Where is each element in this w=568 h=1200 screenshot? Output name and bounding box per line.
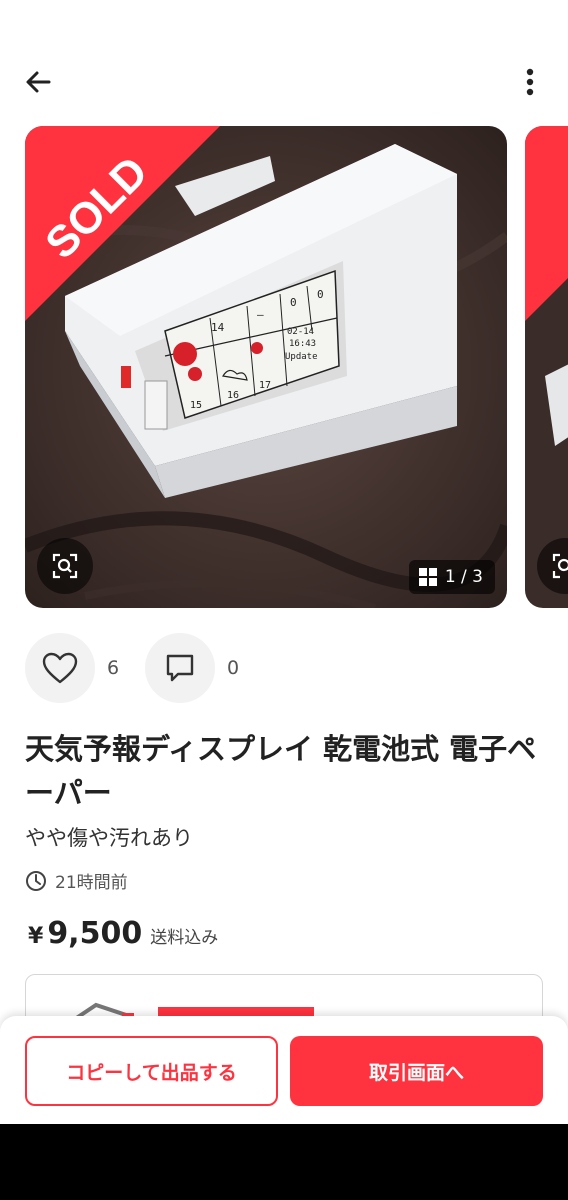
device-cell-bottom-2: 16 <box>227 390 239 401</box>
top-bar <box>0 0 568 130</box>
like-count: 6 <box>107 657 120 679</box>
posted-time: 21時間前 <box>25 868 128 893</box>
next-product-image <box>525 126 568 608</box>
system-navigation-bar <box>0 1124 568 1200</box>
comment-icon <box>166 654 194 682</box>
sold-ribbon: SOLD <box>25 126 220 321</box>
photo-counter-text: 1 / 3 <box>444 567 483 587</box>
posted-time-text: 21時間前 <box>55 873 128 893</box>
arrow-left-icon <box>26 71 51 93</box>
photo-counter: 1 / 3 <box>408 560 495 594</box>
device-cell-top-5: 0 <box>317 288 324 301</box>
product-photo[interactable]: 14 — — 0 0 15 16 17 02-14 16:43 Update S… <box>25 126 507 608</box>
shipping-label: 送料込み <box>150 928 219 948</box>
copy-listing-button[interactable]: コピーして出品する <box>25 1036 278 1106</box>
comment-button[interactable] <box>145 633 215 703</box>
bottom-action-bar: コピーして出品する 取引画面へ <box>0 1016 568 1124</box>
more-options-button[interactable] <box>510 62 550 102</box>
comment-count: 0 <box>227 657 240 679</box>
price-value: 9,500 <box>47 916 143 951</box>
price-currency: ¥ <box>28 924 44 949</box>
zoom-scan-icon <box>552 553 568 579</box>
heart-icon <box>42 652 78 684</box>
device-cell-bottom-1: 15 <box>190 400 202 411</box>
device-time: 16:43 <box>289 339 316 349</box>
device-update: Update <box>285 352 318 362</box>
zoom-scan-icon <box>52 553 78 579</box>
like-button[interactable] <box>25 633 95 703</box>
price-row: ¥ 9,500 送料込み <box>28 916 218 951</box>
back-button[interactable] <box>18 62 58 102</box>
device-cell-bottom-3: 17 <box>259 380 271 391</box>
photo-carousel[interactable]: 14 — — 0 0 15 16 17 02-14 16:43 Update S… <box>0 126 568 608</box>
item-condition: やや傷や汚れあり <box>25 826 193 850</box>
next-photo-preview[interactable] <box>525 126 568 608</box>
item-title: 天気予報ディスプレイ 乾電池式 電子ペーパー <box>25 732 537 810</box>
clock-icon <box>26 870 46 891</box>
transaction-screen-button[interactable]: 取引画面へ <box>290 1036 543 1106</box>
engagement-actions: 6 0 <box>25 633 265 703</box>
grid-icon <box>418 568 437 586</box>
zoom-button[interactable] <box>37 538 93 594</box>
device-date: 02-14 <box>287 327 314 337</box>
more-vertical-icon <box>526 68 534 96</box>
device-cell-top-4: 0 <box>290 296 297 309</box>
